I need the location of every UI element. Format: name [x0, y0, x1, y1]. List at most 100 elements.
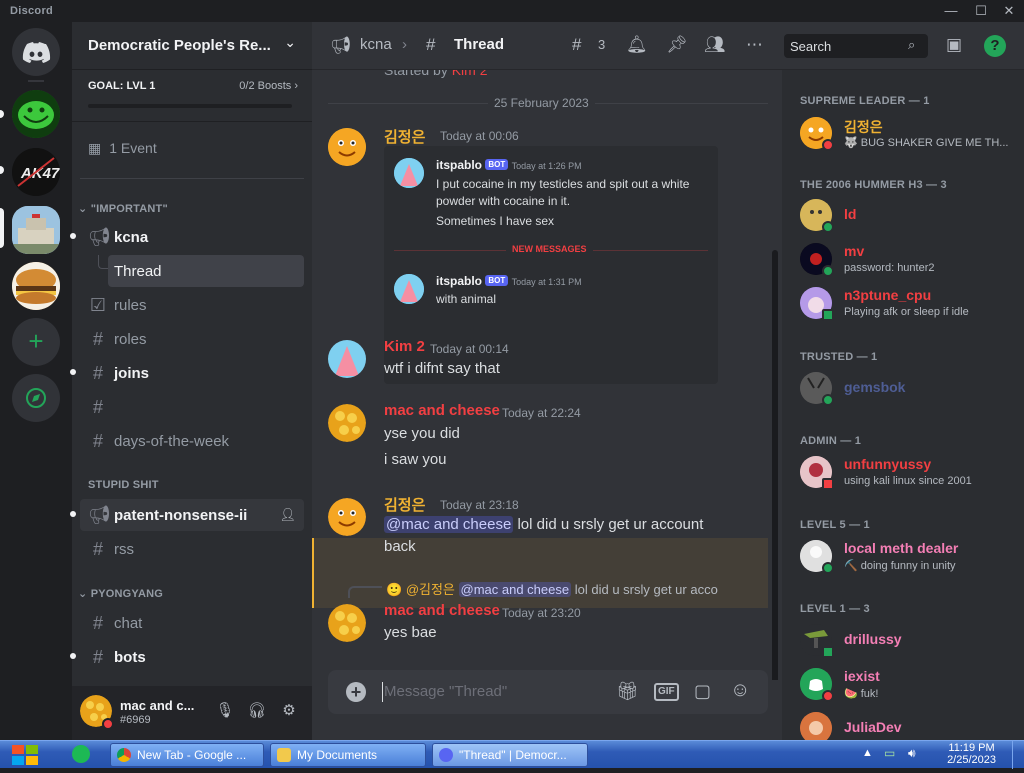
channel-kcna[interactable]: 📢︎ kcna [80, 221, 304, 253]
channel-joins[interactable]: # joins [80, 357, 304, 389]
thread-hash-icon: # [92, 431, 103, 451]
new-messages-divider: NEW MESSAGES [506, 244, 593, 254]
message-author[interactable]: mac and cheese [384, 402, 500, 419]
julia-avatar-icon [800, 712, 832, 740]
microphone-icon[interactable]: 🎙︎ [214, 701, 236, 723]
avatar[interactable] [328, 498, 366, 536]
channel-rules[interactable]: ☑ rules [80, 289, 304, 321]
member-row[interactable]: 김정은 🐺 BUG SHAKER GIVE ME TH... [790, 112, 1016, 154]
user-mention[interactable]: @mac and cheese [384, 516, 514, 533]
patrick-avatar-icon [394, 158, 424, 188]
show-desktop-button[interactable] [1012, 741, 1024, 769]
smiley-avatar-icon [328, 498, 366, 536]
search-input[interactable]: Search ⌕ [784, 34, 928, 58]
threads-icon[interactable]: # [572, 35, 581, 55]
inbox-icon[interactable]: ▣ [946, 35, 962, 55]
gif-icon[interactable]: GIF [654, 683, 679, 701]
events-link[interactable]: ▦ 1 Event [88, 140, 157, 157]
more-icon[interactable]: ⋯ [746, 35, 763, 55]
message-composer[interactable]: + Message "Thread" 🎁︎ GIF ▢ ☺ [328, 670, 768, 714]
avatar[interactable] [328, 404, 366, 442]
message-author[interactable]: mac and cheese [384, 602, 500, 619]
taskbar-item-discord[interactable]: "Thread" | Democr... [432, 743, 588, 767]
avatar[interactable] [394, 274, 424, 304]
network-icon[interactable]: ▭ [884, 746, 895, 760]
server-dprk[interactable] [12, 206, 60, 254]
tray-arrow-icon[interactable]: ▲ [862, 747, 873, 759]
avatar[interactable] [328, 604, 366, 642]
embed-author: itspablo BOT Today at 1:26 PM [436, 158, 582, 172]
boost-goal-title: GOAL: LVL 1 [88, 80, 156, 92]
spotify-icon[interactable] [72, 745, 90, 763]
gear-icon[interactable]: ⚙ [278, 701, 300, 723]
member-row[interactable]: drillussy [790, 619, 1016, 661]
pin-icon[interactable]: 📌︎ [666, 35, 688, 55]
reply-preview[interactable]: 🙂 @김정은 @mac and cheese lol did u srsly g… [386, 579, 722, 598]
attach-plus-icon[interactable]: + [346, 682, 366, 702]
emoji-icon[interactable]: ☺ [730, 679, 750, 702]
system-clock[interactable]: 11:19 PM 2/25/2023 [947, 742, 996, 766]
close-icon[interactable]: ✕ [998, 2, 1020, 20]
dnd-status-icon [822, 690, 834, 702]
guild-header[interactable]: Democratic People's Re... ⌄ [72, 22, 312, 70]
explore-icon[interactable] [12, 374, 60, 422]
start-button[interactable] [8, 742, 44, 768]
channel-rss[interactable]: # rss [80, 533, 304, 565]
message-author[interactable]: Kim 2 [384, 338, 425, 355]
channel-blank[interactable]: # [80, 391, 304, 423]
channel-days-of-the-week[interactable]: # days-of-the-week [80, 425, 304, 457]
message-author[interactable]: 김정은 [384, 494, 425, 515]
member-row[interactable]: JuliaDev [790, 707, 1016, 740]
minimize-icon[interactable]: — [940, 2, 962, 20]
sticker-icon[interactable]: ▢ [694, 681, 711, 702]
message-author[interactable]: 김정은 [384, 126, 425, 147]
channel-patent-nonsense-ii[interactable]: 📢︎ patent-nonsense-ii 👤︎ [80, 499, 304, 531]
member-row[interactable]: local meth dealer ⛏️ doing funny in unit… [790, 535, 1016, 577]
member-row[interactable]: gemsbok [790, 367, 1016, 409]
message-input[interactable]: Message "Thread" [384, 683, 507, 700]
text-cursor [382, 682, 383, 702]
headphones-icon[interactable]: 🎧︎ [246, 701, 268, 723]
member-row[interactable]: ld [790, 194, 1016, 236]
server-ak47[interactable]: AK47 [12, 148, 60, 196]
category-important[interactable]: ⌄ "IMPORTANT" [78, 202, 168, 215]
message-list: Started by Kim 2 25 February 2023 김정은 To… [312, 70, 782, 680]
unread-pill [0, 166, 4, 174]
volume-icon[interactable]: 🔊︎ [908, 746, 916, 761]
channel-bots[interactable]: # bots [80, 641, 304, 673]
invite-icon[interactable]: 👤︎ [279, 507, 296, 523]
members-icon[interactable]: 👥︎ [704, 35, 726, 55]
channel-roles[interactable]: # roles [80, 323, 304, 355]
scrollbar[interactable] [772, 250, 778, 680]
channel-thread[interactable]: Thread [98, 255, 304, 287]
taskbar-item-chrome[interactable]: New Tab - Google ... [110, 743, 264, 767]
channel-chat[interactable]: # chat [80, 607, 304, 639]
server-burger[interactable] [12, 262, 60, 310]
avatar[interactable] [328, 128, 366, 166]
maximize-icon[interactable]: ☐ [970, 2, 992, 20]
add-server-icon[interactable]: + [12, 318, 60, 366]
threads-count: 3 [598, 37, 606, 52]
avatar[interactable] [328, 340, 366, 378]
gift-icon[interactable]: 🎁︎ [616, 681, 639, 702]
member-row[interactable]: unfunnyussy using kali linux since 2001 [790, 451, 1016, 493]
guild-name: Democratic People's Re... [88, 37, 271, 54]
member-group-title: TRUSTED — 1 [800, 351, 878, 363]
category-stupid[interactable]: STUPID SHIT [88, 479, 159, 491]
chevron-down-icon: ⌄ [284, 34, 296, 50]
unread-dot [70, 653, 76, 659]
avatar[interactable] [394, 158, 424, 188]
server-trollface[interactable] [12, 90, 60, 138]
member-row[interactable]: iexist 🍉 fuk! [790, 663, 1016, 705]
boost-goal[interactable]: GOAL: LVL 1 0/2 Boosts › [72, 70, 312, 122]
category-pyongyang[interactable]: ⌄ PYONGYANG [78, 587, 163, 600]
member-row[interactable]: n3ptune_cpu Playing afk or sleep if idle [790, 282, 1016, 324]
calendar-icon: ▦ [88, 140, 102, 156]
member-row[interactable]: mv password: hunter2 [790, 238, 1016, 280]
chat-panel: 📢︎ kcna › # Thread # 3 🔔︎ 📌︎ 👥︎ ⋯ Search… [312, 22, 1024, 740]
help-icon[interactable]: ? [984, 35, 1006, 57]
taskbar-item-documents[interactable]: My Documents [270, 743, 426, 767]
breadcrumb-channel[interactable]: kcna [360, 36, 392, 53]
bell-icon[interactable]: 🔔︎ [626, 35, 648, 55]
home-button[interactable] [12, 28, 60, 76]
